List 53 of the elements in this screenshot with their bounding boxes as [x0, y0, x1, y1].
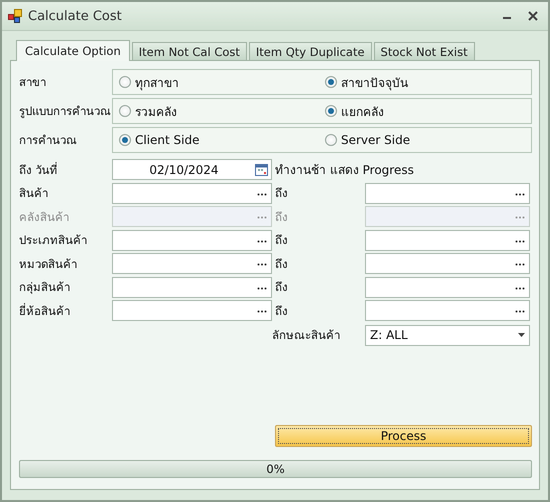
radio-label[interactable]: แยกคลัง	[341, 102, 384, 120]
process-button[interactable]: Process	[275, 425, 532, 447]
lookup-field[interactable]	[112, 230, 272, 250]
lookup-field[interactable]	[365, 276, 530, 298]
window-title: Calculate Cost	[28, 8, 123, 24]
radio-label[interactable]: Server Side	[341, 133, 410, 147]
to-label: ถึง	[274, 232, 289, 249]
radio-button[interactable]	[325, 76, 337, 88]
progress-note: ทำงานช้า แสดง Progress	[274, 162, 415, 179]
field-label: รูปแบบการคำนวณ	[19, 103, 112, 120]
app-icon	[8, 9, 22, 23]
field-label: สาขา	[19, 74, 47, 91]
tab[interactable]: Item Not Cal Cost	[132, 42, 247, 60]
radio-button[interactable]	[119, 105, 131, 117]
tab[interactable]: Calculate Option	[16, 40, 130, 61]
field-label: ประเภทสินค้า	[19, 232, 88, 249]
field-label: ยี่ห้อสินค้า	[19, 302, 71, 320]
radio-label[interactable]: ทุกสาขา	[135, 72, 179, 92]
lookup-field[interactable]	[112, 182, 272, 204]
lookup-field[interactable]	[112, 300, 272, 321]
lookup-field[interactable]	[112, 253, 272, 274]
close-icon[interactable]	[528, 11, 538, 21]
calendar-icon[interactable]	[255, 164, 268, 176]
to-label: ถึง	[274, 208, 289, 226]
radio-button[interactable]	[119, 76, 131, 88]
caret-icon[interactable]	[518, 333, 525, 337]
field-label: สินค้า	[19, 185, 49, 202]
date-field[interactable]: 02/10/2024	[112, 159, 272, 180]
field-label: ถึง วันที่	[19, 161, 59, 178]
lookup-field[interactable]	[365, 182, 530, 204]
lookup-field[interactable]	[365, 253, 530, 274]
to-label: ถึง	[274, 185, 289, 202]
dropdown[interactable]: Z: ALL	[365, 324, 530, 346]
field-label: ลักษณะสินค้า	[272, 327, 341, 344]
lookup-field[interactable]	[112, 276, 272, 298]
field-label: กลุ่มสินค้า	[19, 279, 71, 296]
lookup-field[interactable]	[365, 230, 530, 250]
field-label: คลังสินค้า	[19, 208, 70, 226]
radio-button[interactable]	[325, 134, 337, 146]
tab[interactable]: Stock Not Exist	[374, 42, 475, 60]
to-label: ถึง	[274, 279, 289, 296]
radio-label[interactable]: สาขาปัจจุบัน	[341, 72, 408, 92]
radio-label[interactable]: Client Side	[135, 133, 200, 147]
tab[interactable]: Item Qty Duplicate	[248, 42, 372, 60]
radio-button[interactable]	[325, 105, 337, 117]
to-label: ถึง	[274, 256, 289, 272]
radio-label[interactable]: รวมคลัง	[135, 102, 177, 120]
field-label: การคำนวณ	[19, 132, 78, 149]
field-label: หมวดสินค้า	[19, 256, 78, 272]
progress-text: 0%	[266, 462, 285, 476]
to-label: ถึง	[274, 302, 289, 320]
lookup-field[interactable]	[365, 300, 530, 321]
radio-button[interactable]	[119, 134, 131, 146]
